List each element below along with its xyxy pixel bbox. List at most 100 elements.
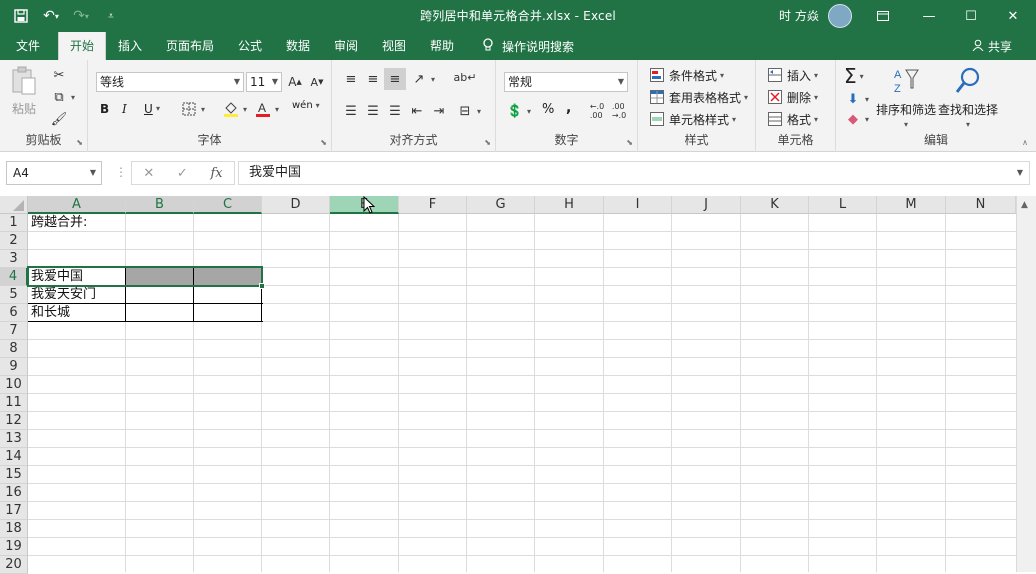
align-center-button[interactable]: ☰ xyxy=(364,102,382,120)
cell-a5[interactable]: 我爱天安门 xyxy=(28,286,125,304)
insert-function-icon[interactable]: fx xyxy=(210,166,222,181)
tab-insert[interactable]: 插入 xyxy=(110,32,150,60)
middle-align-button[interactable]: ≡ xyxy=(364,70,382,88)
copy-button[interactable]: ⧉ ▾ xyxy=(50,88,75,106)
tell-me-search[interactable]: 操作说明搜索 xyxy=(482,38,574,55)
row-header[interactable]: 14 xyxy=(0,448,28,466)
row-header[interactable]: 5 xyxy=(0,286,28,304)
percent-button[interactable]: % xyxy=(542,102,554,117)
dialog-launcher-icon[interactable]: ⬊ xyxy=(626,138,633,147)
format-painter-button[interactable]: 🖌 xyxy=(50,110,68,128)
decrease-font-button[interactable]: A ▼ xyxy=(308,73,326,91)
clear-button[interactable]: ◆ ▾ xyxy=(844,110,869,128)
column-header-m[interactable]: M xyxy=(877,196,946,214)
column-header-j[interactable]: J xyxy=(672,196,741,214)
row-header[interactable]: 8 xyxy=(0,340,28,358)
dialog-launcher-icon[interactable]: ⬊ xyxy=(76,138,83,147)
column-header-g[interactable]: G xyxy=(467,196,535,214)
row-header[interactable]: 19 xyxy=(0,538,28,556)
bold-button[interactable]: B xyxy=(100,102,109,116)
column-header-k[interactable]: K xyxy=(741,196,809,214)
increase-indent-button[interactable]: ⇥ xyxy=(430,102,448,120)
close-icon[interactable]: ✕ xyxy=(990,0,1036,32)
cell-styles-button[interactable]: 单元格样式 ▾ xyxy=(648,110,736,128)
cell-a1[interactable]: 跨越合并: xyxy=(28,214,188,232)
row-header[interactable]: 4 xyxy=(0,268,28,286)
cut-button[interactable]: ✂ xyxy=(50,66,68,84)
format-as-table-button[interactable]: 套用表格格式 ▾ xyxy=(648,88,748,106)
user-name[interactable]: 时 方焱 xyxy=(779,7,819,24)
row-header[interactable]: 11 xyxy=(0,394,28,412)
row-header[interactable]: 3 xyxy=(0,250,28,268)
sort-filter-button[interactable]: AZ 排序和筛选 ▾ xyxy=(876,66,936,129)
fill-color-button[interactable]: ▾ xyxy=(222,100,247,118)
wrap-text-button[interactable]: ab↵ xyxy=(454,68,477,86)
column-header-b[interactable]: B xyxy=(126,196,194,214)
number-format-select[interactable]: 常规 ▼ xyxy=(504,72,628,92)
phonetic-guide-button[interactable]: wén ▾ xyxy=(292,100,320,111)
column-header-l[interactable]: L xyxy=(809,196,877,214)
column-header-c[interactable]: C xyxy=(194,196,262,214)
row-header[interactable]: 9 xyxy=(0,358,28,376)
name-box[interactable]: A4 ▼ xyxy=(6,161,102,185)
paste-button[interactable]: 粘贴 xyxy=(10,66,38,117)
decrease-indent-button[interactable]: ⇤ xyxy=(408,102,426,120)
maximize-icon[interactable]: ☐ xyxy=(948,0,994,32)
font-size-select[interactable]: 11 ▼ xyxy=(246,72,282,92)
column-header-a[interactable]: A xyxy=(28,196,126,214)
font-name-select[interactable]: 等线 ▼ xyxy=(96,72,244,92)
orientation-button[interactable]: ↗ ▾ xyxy=(410,70,435,88)
collapse-ribbon-icon[interactable]: ∧ xyxy=(1022,138,1028,147)
top-align-button[interactable]: ≡ xyxy=(342,70,360,88)
tab-review[interactable]: 审阅 xyxy=(326,32,366,60)
row-header[interactable]: 12 xyxy=(0,412,28,430)
row-header[interactable]: 2 xyxy=(0,232,28,250)
tab-data[interactable]: 数据 xyxy=(278,32,318,60)
minimize-icon[interactable]: — xyxy=(906,0,952,32)
share-button[interactable]: 共享 xyxy=(972,38,1012,55)
column-header-i[interactable]: I xyxy=(604,196,672,214)
row-header[interactable]: 17 xyxy=(0,502,28,520)
cell-a6[interactable]: 和长城 xyxy=(28,304,125,322)
comma-button[interactable]: , xyxy=(566,100,571,116)
merge-center-button[interactable]: ⊟ ▾ xyxy=(456,102,481,120)
tab-formulas[interactable]: 公式 xyxy=(230,32,270,60)
tab-file[interactable]: 文件 xyxy=(6,32,50,60)
formula-bar-splitter[interactable]: ⋮ xyxy=(115,165,127,179)
autosum-button[interactable]: Σ ▾ xyxy=(844,64,864,88)
format-cells-button[interactable]: 格式 ▾ xyxy=(766,110,818,128)
decrease-decimal-button[interactable]: .00 →.0 xyxy=(610,102,628,120)
column-header-h[interactable]: H xyxy=(535,196,604,214)
align-left-button[interactable]: ☰ xyxy=(342,102,360,120)
tab-help[interactable]: 帮助 xyxy=(422,32,462,60)
underline-button[interactable]: U xyxy=(144,102,153,116)
align-right-button[interactable]: ☰ xyxy=(386,102,404,120)
row-header[interactable]: 16 xyxy=(0,484,28,502)
conditional-formatting-button[interactable]: 条件格式 ▾ xyxy=(648,66,724,84)
delete-cells-button[interactable]: 删除 ▾ xyxy=(766,88,818,106)
formula-input[interactable]: 我爱中国 ▼ xyxy=(238,161,1030,185)
scroll-up-icon[interactable]: ▲ xyxy=(1021,200,1028,210)
bottom-align-button[interactable]: ≡ xyxy=(384,68,406,90)
row-header[interactable]: 20 xyxy=(0,556,28,574)
accounting-format-button[interactable]: 💲 ▾ xyxy=(506,102,531,120)
row-header[interactable]: 6 xyxy=(0,304,28,322)
column-header-n[interactable]: N xyxy=(946,196,1016,214)
fill-handle[interactable] xyxy=(259,283,265,289)
row-header[interactable]: 13 xyxy=(0,430,28,448)
cancel-icon[interactable]: ✕ xyxy=(143,166,154,181)
column-header-f[interactable]: F xyxy=(399,196,467,214)
row-header[interactable]: 10 xyxy=(0,376,28,394)
enter-icon[interactable]: ✓ xyxy=(177,166,188,181)
column-header-d[interactable]: D xyxy=(262,196,330,214)
select-all-button[interactable] xyxy=(0,196,28,214)
ribbon-display-options-icon[interactable] xyxy=(860,0,906,32)
italic-button[interactable]: I xyxy=(122,102,127,116)
vertical-scrollbar[interactable]: ▲ xyxy=(1016,196,1036,572)
dialog-launcher-icon[interactable]: ⬊ xyxy=(320,138,327,147)
row-header[interactable]: 18 xyxy=(0,520,28,538)
tab-home[interactable]: 开始 xyxy=(58,32,106,60)
insert-cells-button[interactable]: 插入 ▾ xyxy=(766,66,818,84)
tab-page-layout[interactable]: 页面布局 xyxy=(160,32,220,60)
find-select-button[interactable]: 查找和选择 ▾ xyxy=(938,66,998,129)
